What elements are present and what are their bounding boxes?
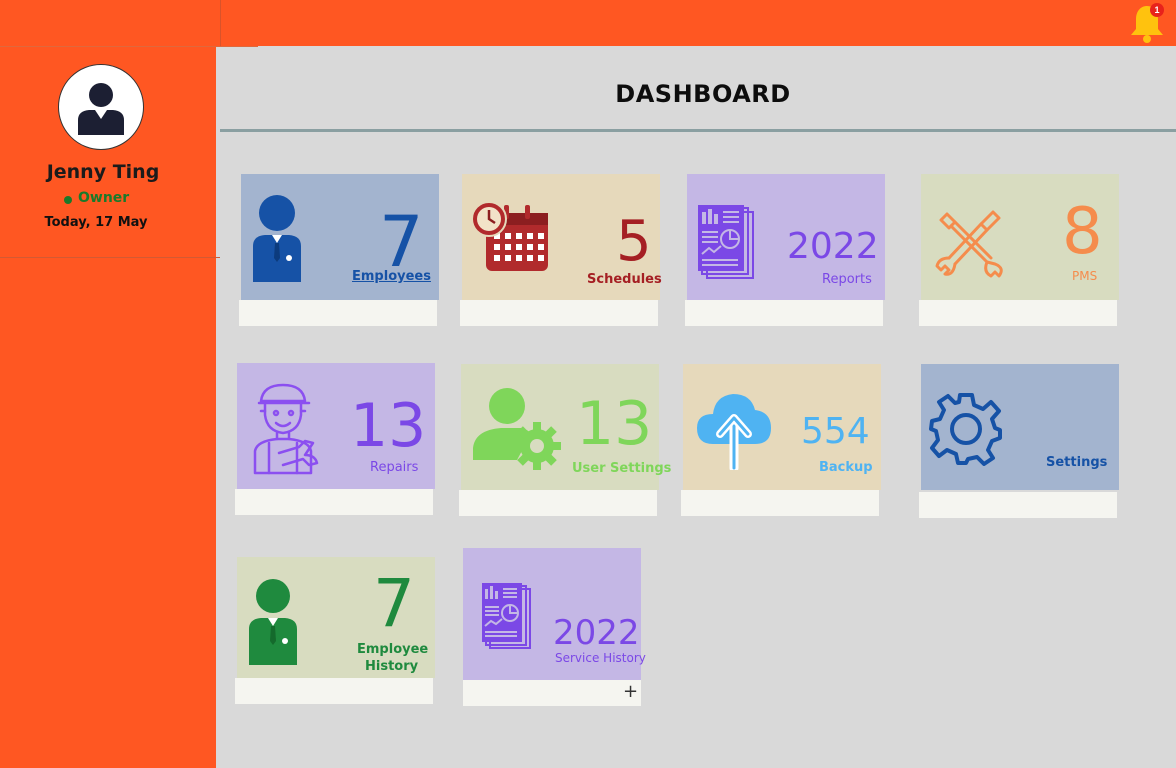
card-service-history-footer [463, 680, 641, 706]
card-user-settings[interactable]: 13 User Settings [459, 364, 671, 517]
backup-count: 554 [801, 411, 870, 452]
gear-icon [929, 393, 1002, 466]
card-employees-footer [239, 300, 437, 326]
pms-count: 8 [1062, 195, 1103, 269]
service-history-label[interactable]: Service History [555, 651, 646, 665]
profile-name: Jenny Ting [46, 161, 160, 183]
user-silhouette-icon [78, 83, 124, 135]
card-reports[interactable]: 2022 Reports [685, 174, 885, 327]
service-history-count: 2022 [553, 613, 640, 653]
cloud-upload-icon [697, 394, 771, 470]
card-employees[interactable]: 7 Employees [239, 174, 439, 327]
online-status-dot [64, 196, 72, 204]
user-settings-label[interactable]: User Settings [572, 461, 671, 476]
settings-label[interactable]: Settings [1046, 455, 1107, 470]
employees-label[interactable]: Employees [352, 269, 431, 284]
sidebar-divider [0, 257, 220, 258]
top-bar-divider [220, 0, 221, 46]
card-settings-footer [919, 492, 1117, 518]
card-user-settings-footer [459, 490, 657, 516]
card-pms[interactable]: 8 PMS [919, 174, 1119, 327]
avatar[interactable] [58, 64, 144, 150]
repairs-count: 13 [350, 391, 427, 461]
employee-history-label-line2[interactable]: History [365, 659, 418, 674]
card-employee-history-footer [235, 678, 433, 704]
page-title: DASHBOARD [615, 80, 791, 108]
card-schedules[interactable]: 5 Schedules [460, 174, 662, 327]
card-reports-footer [685, 300, 883, 326]
user-gear-icon [473, 388, 561, 470]
card-settings[interactable]: Settings [919, 364, 1119, 518]
top-bar: 1 [0, 0, 1176, 47]
repairs-label[interactable]: Repairs [370, 460, 418, 475]
add-icon[interactable]: + [623, 681, 638, 702]
card-pms-footer [919, 300, 1117, 326]
schedules-count: 5 [616, 209, 652, 274]
service-report-icon [482, 583, 531, 649]
profile-role: Owner [78, 190, 130, 206]
reports-count: 2022 [787, 226, 879, 267]
schedules-label[interactable]: Schedules [587, 272, 662, 287]
card-schedules-footer [460, 300, 658, 326]
card-backup[interactable]: 554 Backup [681, 364, 881, 517]
employees-count: 7 [379, 201, 424, 283]
card-service-history[interactable]: 2022 Service History + [463, 548, 646, 706]
card-repairs-footer [235, 489, 433, 515]
employee-history-icon [249, 579, 297, 665]
title-divider [220, 129, 1176, 132]
card-repairs[interactable]: 13 Repairs [235, 363, 435, 516]
backup-label[interactable]: Backup [819, 460, 873, 475]
wrench-screwdriver-icon [935, 210, 1003, 278]
employee-history-label-line1[interactable]: Employee [357, 642, 428, 657]
reports-label[interactable]: Reports [822, 272, 872, 287]
card-employee-history[interactable]: 7 Employee History [235, 557, 435, 704]
repairman-icon [253, 383, 319, 475]
notification-count-badge: 1 [1150, 3, 1164, 17]
employee-history-count: 7 [373, 565, 415, 642]
employee-icon [253, 195, 301, 282]
calendar-clock-icon [471, 201, 548, 271]
user-settings-count: 13 [576, 389, 653, 459]
report-document-icon [698, 205, 754, 279]
profile-date: Today, 17 May [44, 215, 148, 230]
pms-label[interactable]: PMS [1072, 269, 1097, 283]
sidebar: Jenny Ting Owner Today, 17 May [0, 47, 220, 768]
card-backup-footer [681, 490, 879, 516]
